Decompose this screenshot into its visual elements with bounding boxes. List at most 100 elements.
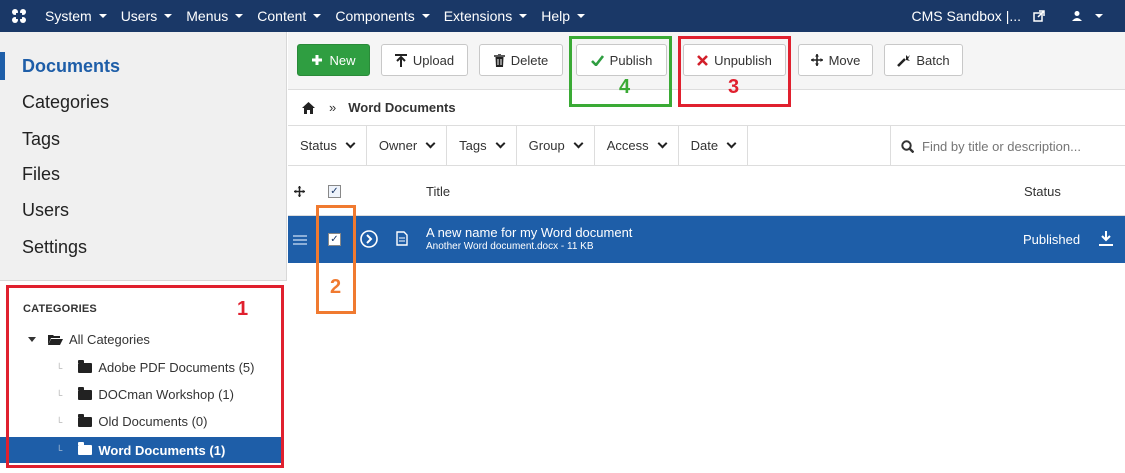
menu-menus[interactable]: Menus [179,8,250,24]
chevron-down-icon [657,138,668,149]
external-link-icon [1033,10,1045,22]
delete-button[interactable]: Delete [479,44,563,76]
menu-content[interactable]: Content [250,8,328,24]
chevron-down-icon [425,138,436,149]
caret-down-icon [235,14,244,18]
menu-extensions[interactable]: Extensions [437,8,534,24]
caret-down-icon [98,14,107,18]
category-adobe-pdf[interactable]: └ Adobe PDF Documents (5) [0,355,283,380]
categories-heading: CATEGORIES [23,303,97,315]
search-input[interactable] [922,138,1112,154]
caret-down-icon [519,14,528,18]
annotation-number-1: 1 [237,298,249,320]
joomla-logo-icon[interactable] [0,7,38,25]
filter-owner[interactable]: Owner [367,126,448,165]
select-all-checkbox[interactable]: ✓ [328,185,341,198]
filter-access[interactable]: Access [595,126,679,165]
main-content: New Upload Delete Publish Unpublish Move… [288,32,1125,473]
column-header-title[interactable]: Title [426,184,450,199]
sidebar: Documents Categories Tags Files Users Se… [0,32,287,473]
category-all[interactable]: All Categories [0,327,283,352]
sidebar-item-tags[interactable]: Tags [22,129,60,150]
search-icon [901,139,914,153]
menu-components[interactable]: Components [328,8,436,24]
row-checkbox[interactable]: ✓ [328,233,341,246]
filter-status[interactable]: Status [288,126,367,165]
caret-down-icon[interactable] [28,337,36,342]
table-header: ✓ Title Status [288,166,1125,216]
category-old-documents[interactable]: └ Old Documents (0) [0,409,283,434]
table-row[interactable]: ✓ A new name for my Word document Anothe… [288,216,1125,263]
upload-icon [394,53,407,67]
check-icon [590,54,604,66]
breadcrumb: » Word Documents [288,90,1125,126]
chevron-down-icon [573,138,584,149]
annotation-number-3: 3 [728,76,740,98]
trash-icon [493,53,505,67]
user-menu[interactable] [1064,10,1125,22]
category-docman-workshop[interactable]: └ DOCman Workshop (1) [0,382,283,407]
sidebar-item-settings[interactable]: Settings [22,237,87,258]
chevron-down-icon [726,138,737,149]
sidebar-item-users[interactable]: Users [22,200,69,221]
site-link[interactable]: CMS Sandbox |... [905,8,1052,24]
annotation-number-2: 2 [330,276,342,298]
sidebar-item-files[interactable]: Files [22,164,60,185]
drag-handle-icon [294,186,305,197]
tree-branch-icon: └ [56,416,63,427]
document-filename: Another Word document.docx - 11 KB [426,241,594,252]
tree-branch-icon: └ [56,362,63,373]
batch-button[interactable]: Batch [884,44,963,76]
publish-button[interactable]: Publish [576,44,667,76]
filter-date[interactable]: Date [679,126,749,165]
folder-icon [78,386,93,400]
toolbar: New Upload Delete Publish Unpublish Move… [288,32,1125,90]
admin-topbar: System Users Menus Content Components Ex… [0,0,1125,32]
caret-down-icon [1095,14,1103,18]
unpublish-button[interactable]: Unpublish [683,44,786,76]
caret-down-icon [577,14,585,18]
document-icon [396,231,408,246]
caret-down-icon [421,14,430,18]
annotation-number-4: 4 [619,76,631,98]
home-icon[interactable] [302,101,315,114]
chevron-down-icon [495,138,506,149]
chevron-down-icon [345,138,356,149]
folder-icon [78,413,93,427]
breadcrumb-separator: » [329,100,337,115]
caret-down-icon [313,14,322,18]
filter-group[interactable]: Group [517,126,595,165]
tree-branch-icon: └ [56,389,63,400]
document-title[interactable]: A new name for my Word document [426,225,632,240]
close-icon [697,54,708,66]
menu-help[interactable]: Help [534,8,592,24]
filter-tags[interactable]: Tags [447,126,517,165]
breadcrumb-current: Word Documents [348,100,456,115]
folder-icon [78,442,93,455]
filter-bar: Status Owner Tags Group Access Date [288,126,1125,166]
user-icon [1072,11,1082,21]
caret-down-icon [164,14,173,18]
tree-branch-icon: └ [56,445,63,455]
category-word-documents[interactable]: └ Word Documents (1) [0,437,283,463]
move-button[interactable]: Move [798,44,873,76]
folder-open-icon [48,335,63,345]
chevron-right-circle-icon[interactable] [360,230,378,248]
search-box [890,126,1125,166]
magic-wand-icon [897,54,911,67]
row-drag-handle-icon[interactable] [293,235,307,245]
sidebar-item-categories[interactable]: Categories [22,92,109,113]
sidebar-item-documents[interactable]: Documents [22,56,120,77]
menu-system[interactable]: System [38,8,114,24]
folder-icon [78,359,93,373]
move-icon [810,54,823,66]
status-published[interactable]: Published [1023,232,1080,247]
column-header-status[interactable]: Status [1024,184,1061,199]
active-nav-indicator [0,52,5,80]
download-icon[interactable] [1099,231,1113,246]
new-button[interactable]: New [297,44,370,76]
topbar-right: CMS Sandbox |... [905,8,1125,24]
upload-button[interactable]: Upload [381,44,468,76]
menu-users[interactable]: Users [114,8,180,24]
plus-icon [312,55,323,65]
